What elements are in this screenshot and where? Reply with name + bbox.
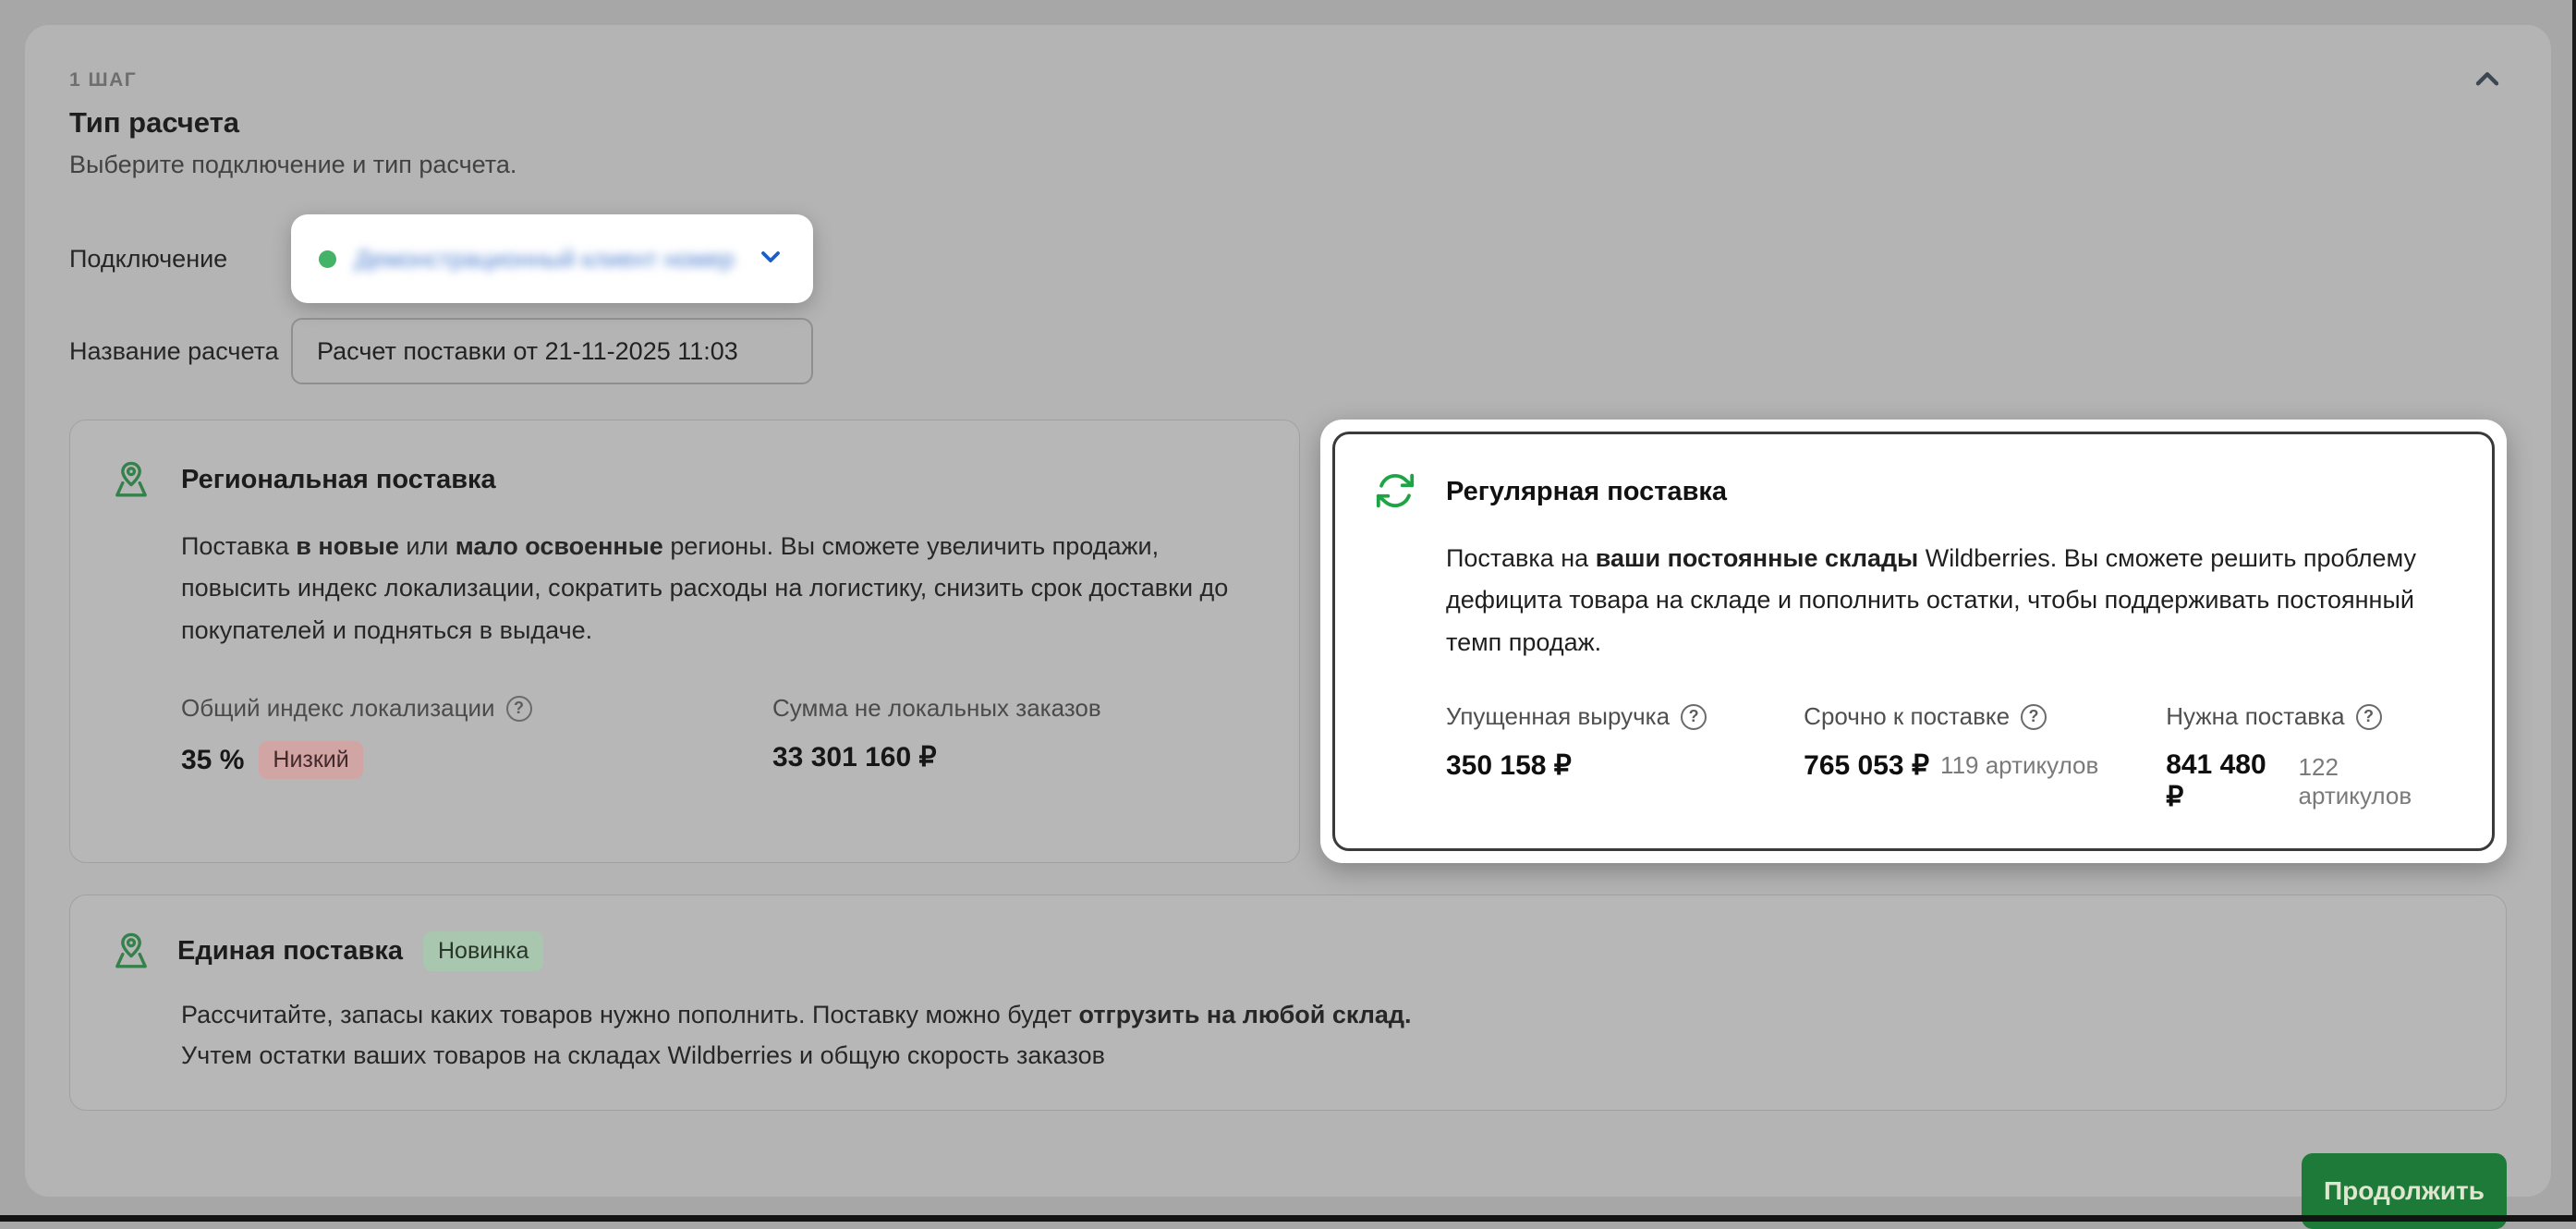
calc-step-panel: 1 ШАГ Тип расчета Выберите подключение и…	[25, 25, 2551, 1197]
card-regular-supply[interactable]: Регулярная поставка Поставка на ваши пос…	[1332, 432, 2495, 851]
card-regional-supply[interactable]: Региональная поставка Поставка в новые и…	[69, 420, 1300, 863]
step-label: 1 ШАГ	[69, 69, 2507, 91]
stat-needed-supply: Нужна поставка ? 841 480 ₽ 122 артикулов	[2166, 702, 2453, 813]
calc-name-label: Название расчета	[69, 337, 291, 366]
page-subtitle: Выберите подключение и тип расчета.	[69, 151, 2507, 179]
stat-localization-index: Общий индекс локализации ? 35 % Низкий	[181, 694, 772, 779]
spotlight-highlight: Регулярная поставка Поставка на ваши пос…	[1320, 420, 2507, 863]
card-title: Регулярная поставка	[1446, 477, 1727, 507]
calc-name-row: Название расчета	[69, 318, 2507, 384]
card-title: Региональная поставка	[181, 465, 496, 495]
card-description: Поставка в новые или мало освоенные реги…	[181, 526, 1253, 651]
map-pin-icon	[109, 929, 153, 973]
connection-value: Демонстрационный клиент номер 1	[355, 245, 743, 274]
help-icon[interactable]: ?	[506, 696, 532, 722]
card-title: Единая поставка	[177, 936, 403, 967]
card-description: Рассчитайте, запасы каких товаров нужно …	[181, 995, 2467, 1076]
stat-lost-revenue: Упущенная выручка ? 350 158 ₽	[1446, 702, 1804, 813]
stat-nonlocal-orders: Сумма не локальных заказов 33 301 160 ₽	[772, 694, 1101, 779]
window-edge-right	[2572, 0, 2576, 1222]
status-badge-low: Низкий	[259, 741, 362, 779]
connection-select[interactable]: Демонстрационный клиент номер 1	[291, 214, 813, 303]
card-united-supply[interactable]: Единая поставка Новинка Рассчитайте, зап…	[69, 894, 2507, 1110]
stat-urgent-supply: Срочно к поставке ? 765 053 ₽ 119 артику…	[1804, 702, 2166, 813]
page-title: Тип расчета	[69, 106, 2507, 140]
window-edge-bottom	[0, 1215, 2576, 1222]
chevron-up-icon	[2469, 62, 2506, 102]
supply-type-cards: Региональная поставка Поставка в новые и…	[69, 420, 2507, 863]
map-pin-icon	[109, 457, 153, 502]
calc-name-input[interactable]	[291, 318, 813, 384]
card-description: Поставка на ваши постоянные склады Wildb…	[1446, 538, 2453, 663]
connection-label: Подключение	[69, 245, 291, 274]
help-icon[interactable]: ?	[1681, 704, 1707, 730]
connection-row: Подключение Демонстрационный клиент номе…	[69, 214, 2507, 303]
collapse-panel-button[interactable]	[2464, 58, 2510, 104]
status-dot-icon	[319, 250, 336, 268]
chevron-down-icon	[756, 242, 785, 276]
help-icon[interactable]: ?	[2021, 704, 2047, 730]
refresh-icon	[1374, 469, 1418, 514]
help-icon[interactable]: ?	[2356, 704, 2382, 730]
new-badge: Новинка	[423, 931, 543, 971]
